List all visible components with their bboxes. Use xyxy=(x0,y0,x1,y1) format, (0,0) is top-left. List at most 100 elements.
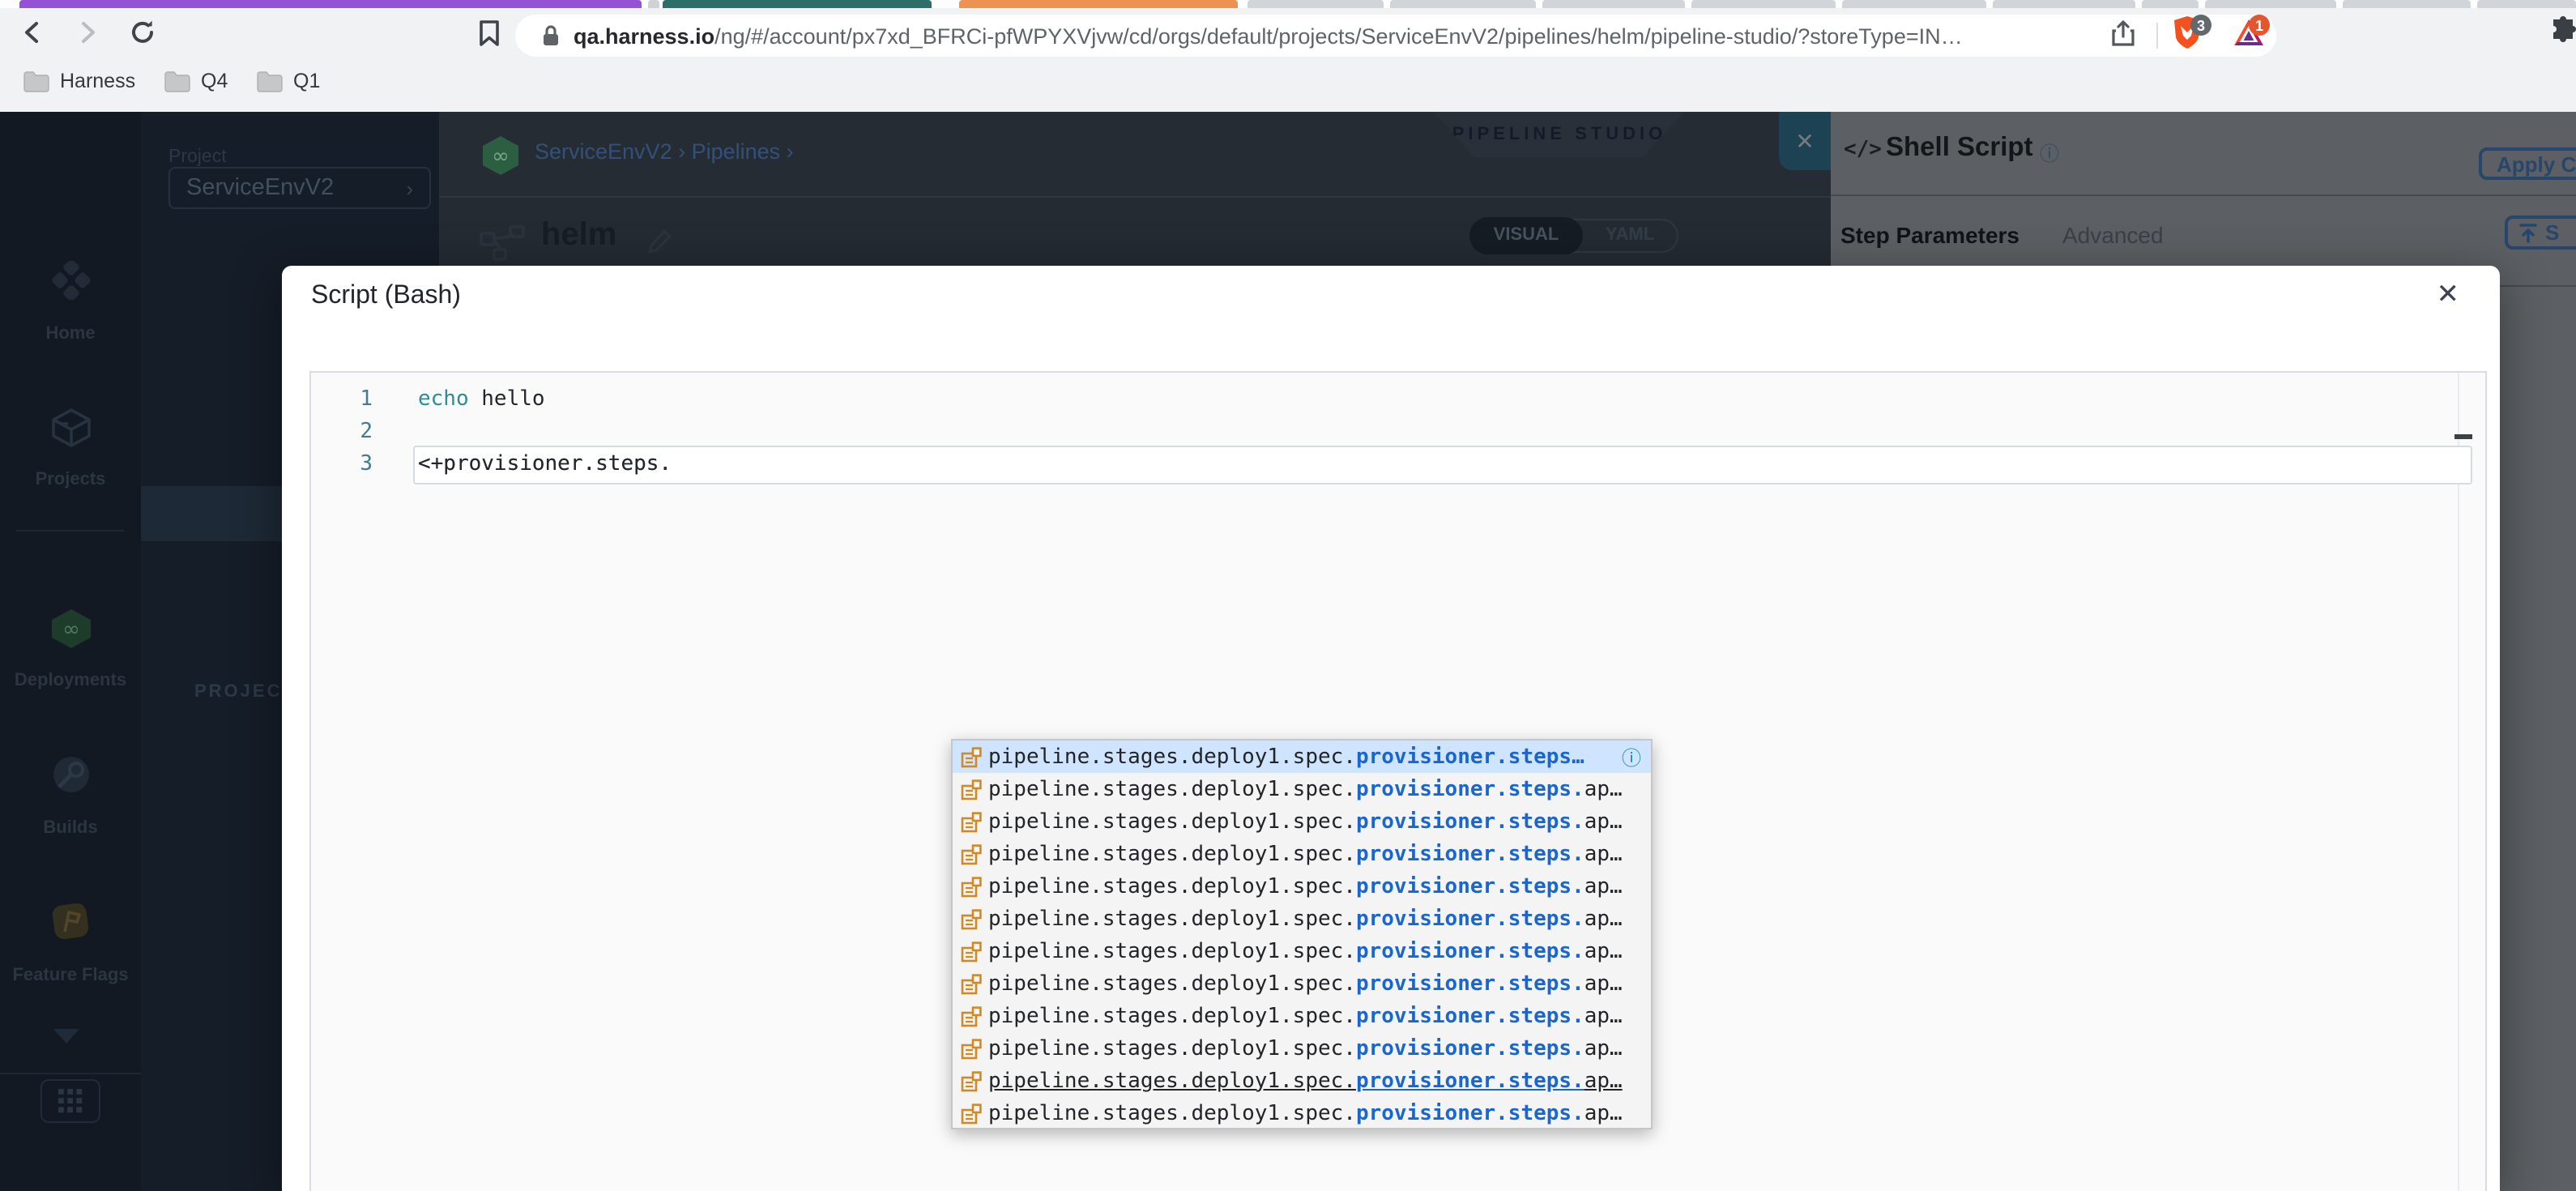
chevron-down-icon[interactable] xyxy=(53,1029,79,1044)
code-line: 3 <+provisioner.steps. xyxy=(311,449,2485,481)
bookmark-ribbon-icon[interactable] xyxy=(470,13,509,52)
bookmark-folder[interactable]: Q4 xyxy=(164,70,228,92)
sidebar-item-feature-flags[interactable] xyxy=(0,899,141,951)
suggestion-suffix: ap… xyxy=(1584,842,1623,866)
suggestion-item[interactable]: pipeline.stages.deploy1.spec. provisioner… xyxy=(953,935,1651,967)
suggestion-suffix: ap… xyxy=(1584,971,1623,996)
sidebar-item-home[interactable] xyxy=(0,261,141,308)
browser-tab[interactable] xyxy=(1247,0,1384,8)
back-button[interactable] xyxy=(13,13,52,52)
browser-tab[interactable] xyxy=(1390,0,1536,8)
browser-tab[interactable] xyxy=(1993,0,2135,8)
browser-tab[interactable] xyxy=(959,0,1238,8)
expression-snippet-icon xyxy=(961,876,982,897)
module-grid-button[interactable] xyxy=(41,1079,100,1123)
info-icon[interactable]: ⓘ xyxy=(2040,139,2059,167)
sidebar-item-label: Projects xyxy=(35,470,106,489)
suggestion-prefix: pipeline.stages.deploy1.spec. xyxy=(988,1069,1356,1093)
pipeline-icon xyxy=(480,225,525,261)
browser-tab[interactable] xyxy=(2205,0,2336,8)
folder-icon xyxy=(23,71,49,92)
save-as-template-button[interactable]: S xyxy=(2505,216,2576,250)
suggestion-item[interactable]: pipeline.stages.deploy1.spec. provisioner… xyxy=(953,773,1651,805)
autocomplete-dropdown[interactable]: pipeline.stages.deploy1.spec. provisioner… xyxy=(951,739,1653,1129)
suggestion-info-icon[interactable]: ⓘ xyxy=(1622,743,1641,771)
expression-snippet-icon xyxy=(961,746,982,767)
browser-tab[interactable] xyxy=(2142,0,2199,8)
sidebar-item-projects[interactable] xyxy=(0,408,141,455)
studio-label-banner: PIPELINE STUDIO xyxy=(1434,112,1685,157)
deployments-icon: ∞ xyxy=(48,608,93,650)
suggestion-item[interactable]: pipeline.stages.deploy1.spec. provisioner… xyxy=(953,1097,1651,1129)
project-selector[interactable]: ServiceEnvV2 › xyxy=(168,167,431,209)
template-upload-icon xyxy=(2519,223,2537,242)
tab-advanced[interactable]: Advanced xyxy=(2062,222,2164,248)
sidebar-item-builds[interactable] xyxy=(0,753,141,804)
nav-sidebar: Home Projects ∞ Deployments Builds Feature Fl… xyxy=(0,112,141,1191)
panel-title: Shell Script xyxy=(1886,133,2033,162)
suggestion-prefix: pipeline.stages.deploy1.spec. xyxy=(988,939,1356,963)
urlbar-divider xyxy=(2156,23,2158,49)
suggestion-match: provisioner.steps. xyxy=(1355,777,1584,801)
expression-snippet-icon xyxy=(961,1103,982,1124)
folder-icon xyxy=(257,71,283,92)
project-selector-value: ServiceEnvV2 xyxy=(186,175,335,201)
browser-tab[interactable] xyxy=(2343,0,2471,8)
browser-tab[interactable] xyxy=(1842,0,1986,8)
suggestion-item[interactable]: pipeline.stages.deploy1.spec. provisioner… xyxy=(953,903,1651,935)
browser-tab[interactable] xyxy=(1691,0,1836,8)
toggle-visual[interactable]: VISUAL xyxy=(1469,217,1583,254)
suggestion-suffix: ap… xyxy=(1584,1004,1623,1028)
browser-tab-strip[interactable] xyxy=(0,0,2576,8)
suggestion-item[interactable]: pipeline.stages.deploy1.spec. provisioner… xyxy=(953,967,1651,1000)
share-icon[interactable] xyxy=(2103,13,2142,52)
browser-tab[interactable] xyxy=(663,0,932,8)
bookmark-folder[interactable]: Harness xyxy=(23,70,135,92)
toggle-yaml[interactable]: YAML xyxy=(1583,220,1677,251)
suggestion-prefix: pipeline.stages.deploy1.spec. xyxy=(988,1004,1356,1028)
chevron-right-icon: › xyxy=(406,176,413,200)
browser-tab[interactable] xyxy=(2477,0,2576,8)
extensions-puzzle-icon[interactable] xyxy=(2544,13,2576,52)
builds-icon xyxy=(49,753,92,796)
suggestion-match: provisioner.steps. xyxy=(1355,1101,1584,1125)
suggestion-item[interactable]: pipeline.stages.deploy1.spec. provisioner… xyxy=(953,870,1651,903)
suggestion-item[interactable]: pipeline.stages.deploy1.spec. provisioner… xyxy=(953,1032,1651,1065)
projects-icon xyxy=(49,408,92,447)
close-icon: ✕ xyxy=(1795,127,1815,153)
browser-tab[interactable] xyxy=(1542,0,1685,8)
apply-changes-button[interactable]: Apply Ch xyxy=(2479,147,2576,180)
expression-snippet-icon xyxy=(961,843,982,864)
edit-pencil-icon[interactable] xyxy=(646,227,674,256)
expression-snippet-icon xyxy=(961,973,982,994)
tab-step-parameters[interactable]: Step Parameters xyxy=(1840,222,2019,248)
forward-button[interactable] xyxy=(68,13,107,52)
suggestion-item[interactable]: pipeline.stages.deploy1.spec. provisioner… xyxy=(953,1000,1651,1032)
line-number: 1 xyxy=(360,387,373,412)
reload-button[interactable] xyxy=(123,13,162,52)
modal-close-icon[interactable]: ✕ xyxy=(2437,279,2460,311)
suggestion-item[interactable]: pipeline.stages.deploy1.spec. provisioner… xyxy=(953,805,1651,838)
expression-snippet-icon xyxy=(961,779,982,800)
modal-title: Script (Bash) xyxy=(311,282,461,309)
suggestion-prefix: pipeline.stages.deploy1.spec. xyxy=(988,907,1356,931)
suggestion-item[interactable]: pipeline.stages.deploy1.spec. provisioner… xyxy=(953,838,1651,870)
suggestion-item[interactable]: pipeline.stages.deploy1.spec. provisioner… xyxy=(953,1065,1651,1097)
bookmark-folder[interactable]: Q1 xyxy=(256,70,320,92)
screen: qa.harness.io/ng/#/account/px7xd_BFRCi-p… xyxy=(0,0,2576,1191)
suggestion-match: provisioner.steps. xyxy=(1355,1036,1584,1061)
panel-divider xyxy=(1831,194,2576,196)
code-text: <+provisioner.steps. xyxy=(418,449,672,481)
browser-tab[interactable] xyxy=(648,0,659,8)
browser-tab[interactable] xyxy=(19,0,642,8)
breadcrumb[interactable]: ServiceEnvV2 › Pipelines › xyxy=(535,139,794,164)
expression-snippet-icon xyxy=(961,1038,982,1059)
suggestion-match: provisioner.steps… xyxy=(1355,745,1584,769)
code-token: <+provisioner.steps. xyxy=(418,452,672,476)
close-studio-button[interactable]: ✕ xyxy=(1779,112,1831,170)
sidebar-item-deployments[interactable]: ∞ xyxy=(0,608,141,658)
project-setup-label: PROJECT xyxy=(194,682,296,702)
suggestion-item[interactable]: pipeline.stages.deploy1.spec. provisioner… xyxy=(953,741,1651,773)
address-bar[interactable]: qa.harness.io/ng/#/account/px7xd_BFRCi-p… xyxy=(515,15,2276,57)
sidebar-divider xyxy=(0,1073,141,1074)
